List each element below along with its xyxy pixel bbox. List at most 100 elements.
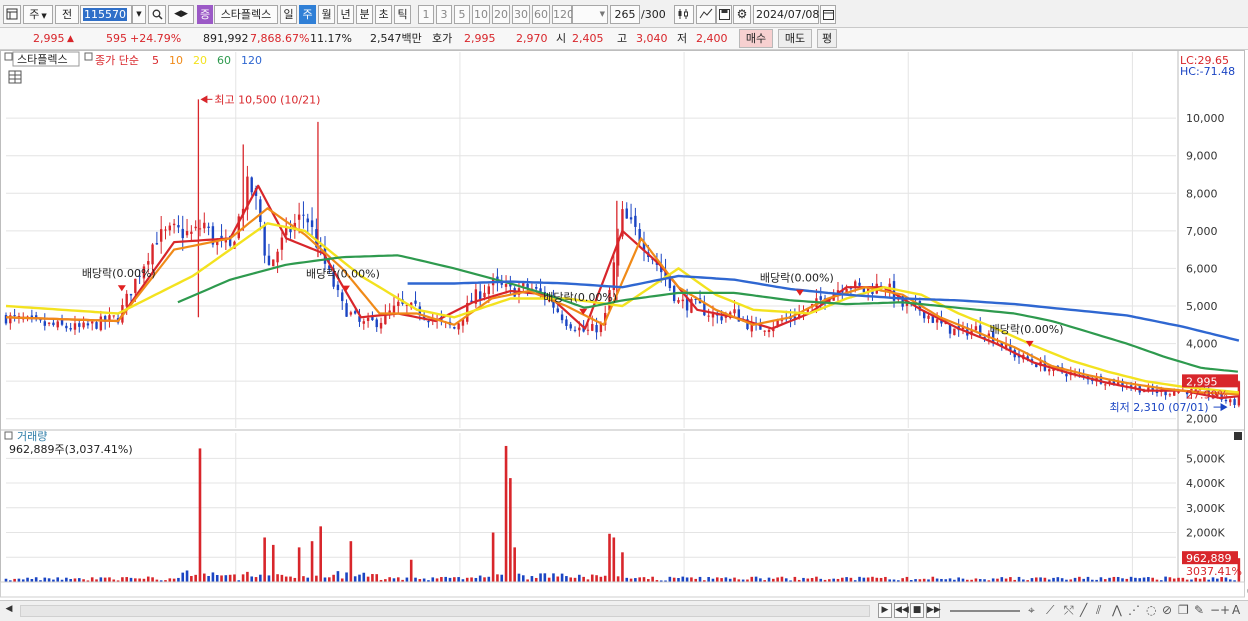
volume-bar: [685, 577, 689, 582]
volume-bar: [931, 576, 935, 582]
period-button[interactable]: 초: [375, 5, 392, 24]
bid-price: 2,970: [516, 32, 548, 45]
low-annotation: 최저 2,310 (07/01): [1110, 401, 1209, 414]
pen-tool-icon[interactable]: ✎: [1194, 603, 1204, 618]
count-input[interactable]: 265: [610, 5, 640, 24]
copy-tool-icon[interactable]: ❐: [1178, 603, 1189, 618]
scroll-left-icon[interactable]: ◀: [2, 603, 16, 618]
volume-bar: [194, 574, 197, 582]
volume-bar: [108, 577, 111, 582]
candle-body: [86, 323, 90, 326]
gear-icon[interactable]: ⚙: [733, 5, 751, 24]
close-pane-icon: [1234, 432, 1242, 440]
volume-bar: [802, 577, 805, 582]
channel-tool-icon[interactable]: ⫽: [1096, 603, 1101, 618]
volume-bar: [629, 578, 633, 582]
stop-icon[interactable]: ■: [910, 603, 924, 618]
candle-body: [134, 278, 137, 293]
candle-body: [427, 321, 430, 323]
plus-icon[interactable]: +: [1220, 603, 1230, 618]
period-button[interactable]: 틱: [394, 5, 411, 24]
candle-body: [397, 301, 400, 306]
volume-bar: [1009, 577, 1012, 582]
candle-body: [711, 313, 715, 318]
interval-button[interactable]: 120: [552, 5, 574, 24]
interval-button[interactable]: 1: [418, 5, 434, 24]
line-tool-icon[interactable]: ╱: [1080, 603, 1087, 618]
volume-bar: [595, 575, 598, 582]
volume-bar: [1116, 576, 1120, 582]
play-icon[interactable]: ▶: [878, 603, 892, 618]
chart-window: { "toolbar": { "type_label": "주", "marke…: [0, 0, 1248, 621]
draw-line-icon[interactable]: [696, 5, 716, 24]
crosshair-icon[interactable]: ⌖: [1028, 603, 1035, 618]
y-tick-label: 4,000K: [1186, 477, 1225, 490]
interval-button[interactable]: 3: [436, 5, 452, 24]
candle-body: [366, 317, 370, 321]
candle-icon[interactable]: [674, 5, 694, 24]
save-icon[interactable]: [716, 5, 732, 24]
volume-bar: [198, 448, 202, 582]
period-button[interactable]: 주: [299, 5, 316, 24]
code-dropdown-icon[interactable]: ▼: [132, 5, 146, 24]
buy-button[interactable]: 매수: [739, 29, 773, 48]
interval-button[interactable]: 10: [472, 5, 490, 24]
interval-button[interactable]: 20: [492, 5, 510, 24]
volume-bar: [690, 577, 693, 582]
period-button[interactable]: 일: [280, 5, 297, 24]
code-input[interactable]: 115570: [80, 5, 132, 24]
volume-bar: [328, 577, 331, 582]
type-select[interactable]: 주 ▼: [23, 5, 53, 24]
volume-bar: [259, 574, 262, 582]
calendar-icon[interactable]: [820, 5, 836, 24]
market-select[interactable]: 전: [55, 5, 79, 24]
volume-bar: [332, 574, 335, 582]
date-input[interactable]: 2024/07/08: [753, 5, 819, 24]
zigzag-tool-icon[interactable]: ⋰: [1128, 603, 1140, 618]
avg-button[interactable]: 평: [817, 29, 837, 48]
volume-bar: [1147, 577, 1150, 582]
volume-bar: [634, 578, 637, 582]
rewind-icon[interactable]: ◀◀: [894, 603, 909, 618]
period-button[interactable]: 년: [337, 5, 354, 24]
candle-body: [147, 261, 150, 265]
volume-bar: [1030, 578, 1034, 582]
interval-button[interactable]: 30: [512, 5, 530, 24]
forward-icon[interactable]: ▶▶: [926, 603, 941, 618]
fibo-tool-icon[interactable]: ⤲: [1064, 603, 1074, 618]
layout-icon[interactable]: [3, 5, 21, 24]
font-icon[interactable]: A: [1232, 603, 1240, 618]
period-button[interactable]: 분: [356, 5, 373, 24]
interval-dropdown[interactable]: ▼: [572, 5, 608, 24]
volume-bar: [233, 574, 236, 582]
interval-button[interactable]: 60: [532, 5, 550, 24]
sell-button[interactable]: 매도: [778, 29, 812, 48]
volume-bar: [1112, 576, 1116, 582]
candle-body: [629, 217, 633, 220]
candle-body: [522, 283, 525, 287]
minus-icon[interactable]: −: [1210, 603, 1220, 618]
period-button[interactable]: 월: [318, 5, 335, 24]
candle-body: [112, 315, 115, 317]
candle-body: [302, 214, 305, 216]
candle-body: [504, 284, 508, 287]
link-tool-icon[interactable]: ⊘: [1162, 603, 1172, 618]
interval-button[interactable]: 5: [454, 5, 470, 24]
volume-bar: [677, 578, 680, 582]
wave-tool-icon[interactable]: ⋀: [1112, 603, 1122, 618]
prev-next-icon[interactable]: ◀▶: [168, 5, 194, 24]
trend-tool-icon[interactable]: ⟋: [1046, 603, 1054, 618]
market-label: 전: [61, 8, 73, 21]
zoom-slider[interactable]: [950, 610, 1020, 612]
volume-bar: [815, 576, 818, 582]
scrollbar-track[interactable]: [20, 605, 870, 617]
volume-bar: [99, 577, 103, 582]
search-icon[interactable]: [148, 5, 166, 24]
current-volume-pct: 3037.41%: [1186, 565, 1242, 578]
ellipse-tool-icon[interactable]: ◌: [1146, 603, 1156, 618]
dividend-label: 배당락(0.00%): [990, 323, 1064, 336]
candle-body: [586, 329, 590, 331]
candle-body: [43, 321, 46, 326]
volume-bar: [935, 578, 939, 582]
chart-title: 스타플렉스: [17, 53, 68, 66]
